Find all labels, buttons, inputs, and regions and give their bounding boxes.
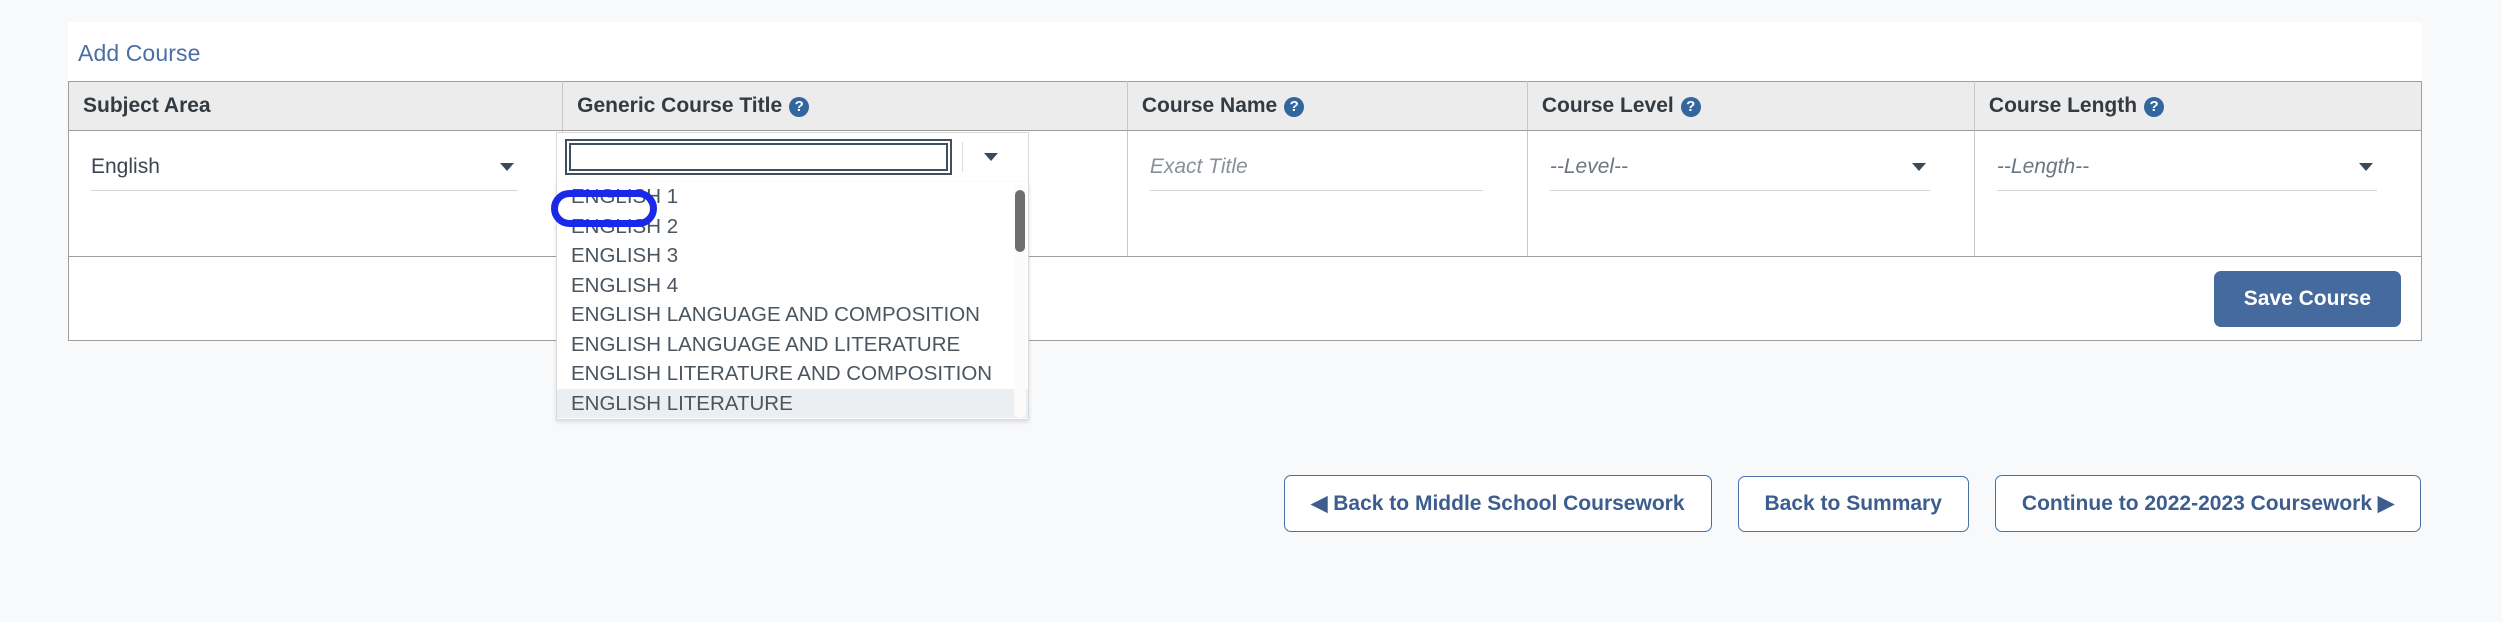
chevron-down-icon xyxy=(2359,163,2373,171)
dropdown-option[interactable]: ENGLISH 4 xyxy=(557,271,1028,301)
cell-course-length: --Length-- xyxy=(1974,131,2421,257)
column-header-course-name: Course Name? xyxy=(1127,82,1527,131)
dropdown-option[interactable]: ENGLISH 1 xyxy=(557,182,1028,212)
cell-inner: --Length-- xyxy=(1975,131,2421,191)
course-name-input[interactable] xyxy=(1150,151,1483,191)
dropdown-search-area xyxy=(556,132,1029,182)
generic-course-title-search-input[interactable] xyxy=(569,143,948,171)
course-length-value: --Length-- xyxy=(1997,155,2089,178)
dropdown-option[interactable]: ENGLISH LANGUAGE AND COMPOSITION xyxy=(557,300,1028,330)
help-icon[interactable]: ? xyxy=(789,97,809,117)
save-button-wrap: Save Course xyxy=(2214,271,2401,327)
help-icon[interactable]: ? xyxy=(1681,97,1701,117)
column-header-label: Course Level xyxy=(1542,94,1674,117)
cell-subject-area: English xyxy=(69,131,563,257)
bottom-navigation: ◀ Back to Middle School Coursework Back … xyxy=(0,475,2502,532)
back-to-middle-school-coursework-button[interactable]: ◀ Back to Middle School Coursework xyxy=(1284,475,1711,532)
save-course-button[interactable]: Save Course xyxy=(2214,271,2401,327)
dropdown-option[interactable]: AMERICAN LITERATURE xyxy=(557,418,1028,420)
back-to-summary-button[interactable]: Back to Summary xyxy=(1738,476,1969,532)
cell-course-name xyxy=(1127,131,1527,257)
chevron-down-icon xyxy=(500,163,514,171)
column-header-label: Course Length xyxy=(1989,94,2137,117)
column-header-generic-course-title: Generic Course Title? xyxy=(563,82,1128,131)
table-footer-row: Save Course xyxy=(69,257,2422,341)
table-header-row: Subject Area Generic Course Title? Cours… xyxy=(69,82,2422,131)
course-level-value: --Level-- xyxy=(1550,155,1628,178)
column-header-subject-area: Subject Area xyxy=(69,82,563,131)
cell-save-action: Save Course xyxy=(69,257,2422,341)
dropdown-option[interactable]: ENGLISH 2 xyxy=(557,212,1028,242)
chevron-down-icon xyxy=(1912,163,1926,171)
course-entry-row: English xyxy=(69,131,2422,257)
cell-inner xyxy=(1128,131,1527,191)
page-root: Add Course Subject Area Generic Course T… xyxy=(0,0,2502,622)
cell-course-level: --Level-- xyxy=(1527,131,1974,257)
dropdown-option[interactable]: ENGLISH LANGUAGE AND LITERATURE xyxy=(557,330,1028,360)
column-header-label: Generic Course Title xyxy=(577,94,782,117)
help-icon[interactable]: ? xyxy=(2144,97,2164,117)
dropdown-option[interactable]: ENGLISH LITERATURE AND COMPOSITION xyxy=(557,359,1028,389)
dropdown-option-hovered[interactable]: ENGLISH LITERATURE xyxy=(557,389,1028,419)
dropdown-toggle-button[interactable] xyxy=(962,142,1018,172)
help-icon[interactable]: ? xyxy=(1284,97,1304,117)
continue-to-coursework-button[interactable]: Continue to 2022-2023 Coursework ▶ xyxy=(1995,475,2421,532)
cell-inner: English xyxy=(69,131,562,191)
dropdown-scrollbar-thumb[interactable] xyxy=(1015,190,1025,252)
add-course-link[interactable]: Add Course xyxy=(68,22,2422,81)
generic-course-title-dropdown: ENGLISH 1 ENGLISH 2 ENGLISH 3 ENGLISH 4 … xyxy=(556,132,1029,420)
course-level-select[interactable]: --Level-- xyxy=(1550,151,1930,191)
column-header-label: Subject Area xyxy=(83,94,211,117)
column-header-label: Course Name xyxy=(1142,94,1277,117)
add-course-panel: Add Course Subject Area Generic Course T… xyxy=(68,22,2422,341)
dropdown-option-list[interactable]: ENGLISH 1 ENGLISH 2 ENGLISH 3 ENGLISH 4 … xyxy=(556,182,1029,420)
subject-area-value: English xyxy=(91,155,160,178)
column-header-course-level: Course Level? xyxy=(1527,82,1974,131)
cell-inner: --Level-- xyxy=(1528,131,1974,191)
dropdown-option[interactable]: ENGLISH 3 xyxy=(557,241,1028,271)
course-length-select[interactable]: --Length-- xyxy=(1997,151,2377,191)
subject-area-select[interactable]: English xyxy=(91,151,518,191)
column-header-course-length: Course Length? xyxy=(1974,82,2421,131)
add-course-table: Subject Area Generic Course Title? Cours… xyxy=(68,81,2422,341)
dropdown-scrollbar[interactable] xyxy=(1014,184,1026,418)
chevron-down-icon xyxy=(984,153,998,161)
